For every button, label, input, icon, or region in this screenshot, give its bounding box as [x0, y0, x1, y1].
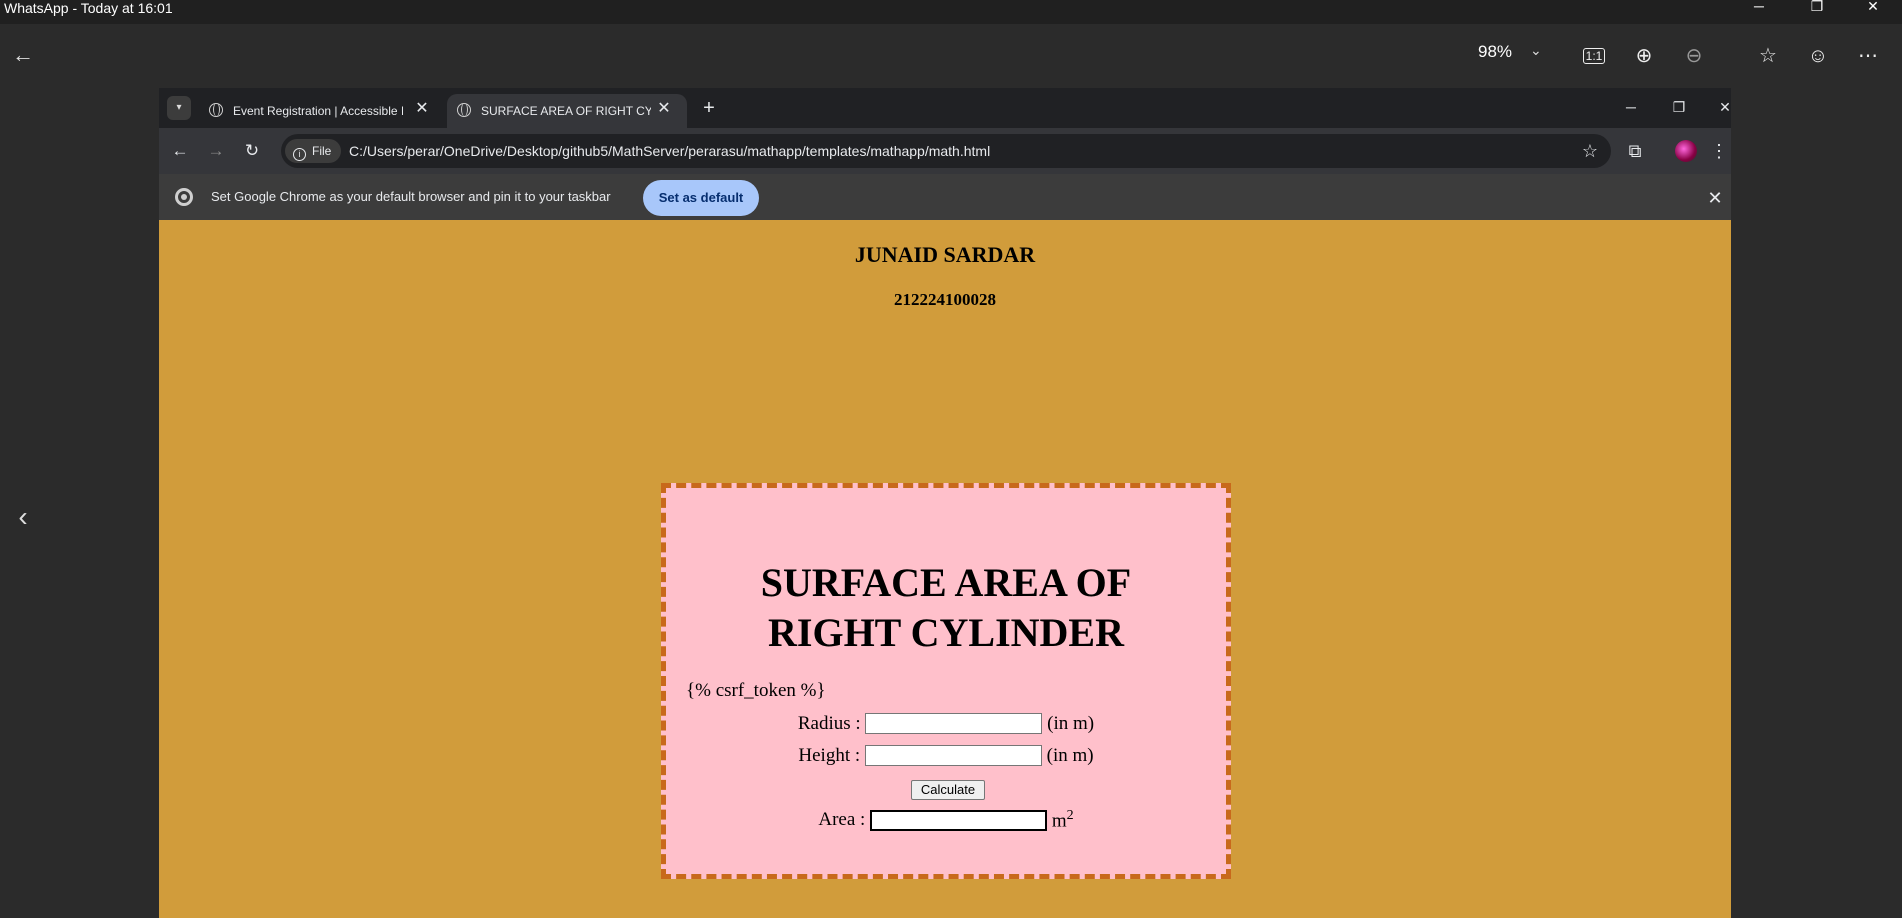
author-name: JUNAID SARDAR — [854, 242, 1036, 267]
bookmark-star-icon[interactable]: ☆ — [1579, 140, 1601, 162]
back-arrow-icon[interactable]: ← — [8, 40, 38, 70]
tab-label: Event Registration | Accessible I — [233, 104, 403, 118]
viewer-toolbar — [0, 24, 1902, 88]
more-options-icon[interactable]: ⋯ — [1852, 40, 1884, 72]
register-number: 212224100028 — [894, 290, 996, 309]
tab-event-registration[interactable]: Event Registration | Accessible I ✕ — [199, 94, 445, 128]
omnibox[interactable]: i File C:/Users/perar/OneDrive/Desktop/gi… — [281, 134, 1611, 168]
calculate-button[interactable]: Calculate — [911, 780, 985, 800]
globe-icon — [209, 103, 223, 117]
minimize-icon[interactable]: ─ — [1736, 0, 1782, 16]
back-icon[interactable]: ← — [167, 138, 193, 164]
forward-icon[interactable]: → — [203, 138, 229, 164]
infobar-close-icon[interactable]: ✕ — [1705, 188, 1725, 208]
tab-search-icon[interactable]: ▾ — [167, 96, 191, 120]
calculator-box: SURFACE AREA OF RIGHT CYLINDER {% csrf_t… — [661, 483, 1231, 879]
height-unit: (in m) — [1046, 744, 1094, 766]
zoom-out-icon[interactable]: ⊖ — [1678, 40, 1710, 72]
area-row: Area : m2 — [666, 808, 1226, 832]
emoji-icon[interactable]: ☺ — [1802, 40, 1834, 72]
set-as-default-button[interactable]: Set as default — [643, 180, 759, 216]
close-icon[interactable]: ✕ — [1850, 0, 1896, 16]
viewer-title: WhatsApp - Today at 16:01 — [4, 0, 173, 16]
browser-window: ▾ Event Registration | Accessible I ✕ SU… — [159, 88, 1731, 918]
page-heading: SURFACE AREA OF RIGHT CYLINDER — [666, 558, 1226, 658]
chevron-down-icon[interactable]: ⌄ — [1530, 42, 1550, 59]
previous-image-icon[interactable]: ‹ — [10, 500, 36, 534]
area-unit: m2 — [1052, 808, 1074, 832]
tab-strip: ▾ Event Registration | Accessible I ✕ SU… — [159, 88, 1731, 128]
restore-icon[interactable]: ❐ — [1659, 96, 1699, 118]
profile-avatar[interactable] — [1675, 140, 1697, 162]
zoom-in-icon[interactable]: ⊕ — [1628, 40, 1660, 72]
height-label: Height : — [798, 744, 861, 766]
page-heading-text: SURFACE AREA OF RIGHT CYLINDER — [760, 560, 1132, 655]
tab-close-icon[interactable]: ✕ — [413, 100, 431, 118]
minimize-icon[interactable]: ─ — [1611, 96, 1651, 118]
viewer-titlebar: WhatsApp - Today at 16:01 ─ ❐ ✕ — [0, 0, 1902, 24]
globe-icon — [457, 103, 471, 117]
tab-close-icon[interactable]: ✕ — [655, 100, 673, 118]
star-icon[interactable]: ☆ — [1752, 40, 1784, 72]
info-icon: i — [293, 148, 306, 161]
chrome-logo-icon — [175, 188, 193, 206]
reload-icon[interactable]: ↻ — [239, 138, 265, 164]
area-unit-base: m — [1051, 810, 1067, 832]
site-info-chip[interactable]: i File — [285, 139, 342, 163]
new-tab-icon[interactable]: + — [697, 96, 721, 120]
tab-surface-area[interactable]: SURFACE AREA OF RIGHT CYLIN ✕ — [447, 94, 687, 128]
radius-unit: (in m) — [1047, 712, 1095, 734]
default-browser-infobar: Set Google Chrome as your default browse… — [159, 174, 1731, 220]
site-info-label: File — [312, 144, 332, 158]
extensions-icon[interactable]: ⧉ — [1622, 138, 1648, 164]
area-unit-exponent: 2 — [1066, 808, 1074, 823]
url-text[interactable]: C:/Users/perar/OneDrive/Desktop/github5/… — [349, 142, 990, 160]
height-input[interactable] — [864, 745, 1042, 767]
kebab-menu-icon[interactable]: ⋮ — [1709, 138, 1729, 164]
radius-input[interactable] — [865, 713, 1043, 735]
tab-label: SURFACE AREA OF RIGHT CYLIN — [481, 104, 651, 118]
radius-label: Radius : — [797, 712, 861, 734]
height-row: Height : (in m) — [666, 744, 1226, 767]
infobar-message: Set Google Chrome as your default browse… — [211, 189, 611, 204]
page-content: JUNAID SARDAR 212224100028 SURFACE AREA … — [159, 232, 1731, 918]
address-bar: ← → ↻ i File C:/Users/perar/OneDrive/Desk… — [159, 128, 1731, 174]
area-output[interactable] — [870, 809, 1048, 831]
restore-icon[interactable]: ❐ — [1794, 0, 1840, 16]
close-icon[interactable]: ✕ — [1705, 96, 1731, 118]
radius-row: Radius : (in m) — [666, 712, 1226, 735]
csrf-token-text: {% csrf_token %} — [686, 680, 826, 701]
area-label: Area : — [818, 809, 866, 831]
actual-size-icon[interactable]: 1:1 — [1578, 40, 1610, 72]
zoom-level[interactable]: 98% — [1478, 42, 1512, 62]
